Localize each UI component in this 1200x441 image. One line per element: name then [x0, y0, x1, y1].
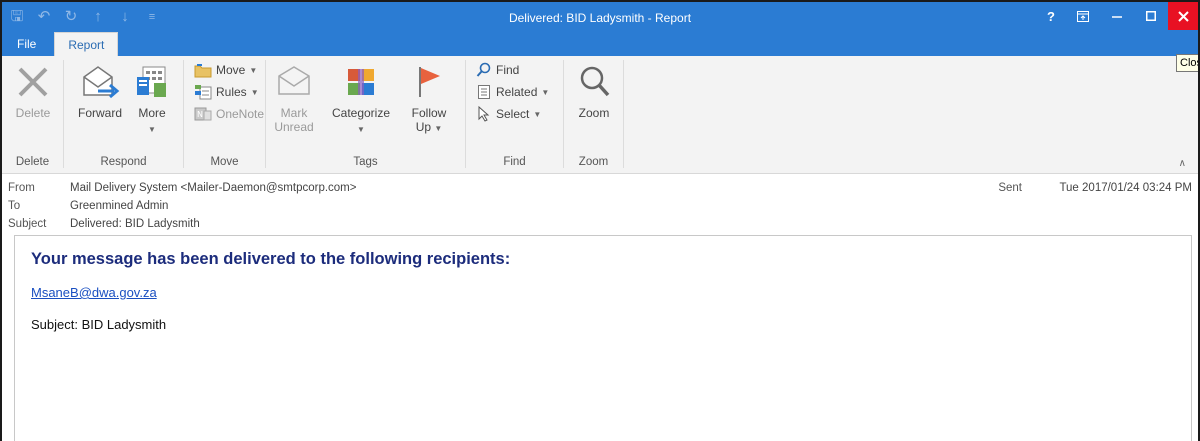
- group-label-delete: Delete: [15, 156, 50, 168]
- onenote-icon: N: [194, 107, 212, 121]
- zoom-button[interactable]: Zoom: [570, 62, 618, 120]
- tab-report[interactable]: Report: [54, 32, 119, 56]
- recipient-link[interactable]: MsaneB@dwa.gov.za: [31, 285, 157, 300]
- delete-label: Delete: [15, 106, 51, 120]
- subject-row: Subject Delivered: BID Ladysmith: [8, 216, 1192, 234]
- categorize-dropdown-icon: ▼: [357, 125, 365, 134]
- follow-up-label-line1: Follow: [411, 106, 447, 120]
- rules-label: Rules: [216, 85, 247, 99]
- rules-button[interactable]: Rules ▼: [194, 82, 259, 102]
- minimize-button[interactable]: [1100, 2, 1134, 30]
- select-button[interactable]: Select ▼: [476, 104, 541, 124]
- mark-unread-button[interactable]: Mark Unread: [272, 62, 316, 134]
- from-label: From: [8, 182, 35, 194]
- group-zoom: Zoom Zoom: [564, 60, 624, 168]
- follow-up-button[interactable]: Follow Up ▼: [404, 62, 454, 136]
- sent-value: Tue 2017/01/24 03:24 PM: [1059, 182, 1192, 194]
- follow-up-label-line2-wrap: Up ▼: [404, 120, 454, 136]
- search-icon: [476, 62, 491, 77]
- group-find: Find Related ▼ Select ▼ Find: [466, 60, 564, 168]
- subject-label: Subject: [8, 218, 47, 230]
- folder-move-icon: [194, 64, 212, 78]
- move-label: Move: [216, 63, 246, 77]
- related-label: Related: [496, 85, 538, 99]
- subject-value: Delivered: BID Ladysmith: [70, 218, 200, 230]
- close-tooltip: Close: [1176, 54, 1198, 72]
- more-respond-label: More: [138, 106, 166, 120]
- title-bar: 🖫 ↶ ↻ ↑ ↓ ≡ Delivered: BID Ladysmith - R…: [2, 2, 1198, 56]
- more-respond-icon: [137, 66, 166, 97]
- more-respond-button[interactable]: More ▼: [130, 62, 174, 137]
- group-label-respond: Respond: [100, 156, 147, 168]
- rules-dropdown-icon: ▼: [250, 87, 259, 97]
- move-dropdown-icon: ▼: [249, 65, 258, 75]
- message-header: From Mail Delivery System <Mailer-Daemon…: [8, 180, 1192, 234]
- close-icon: [1177, 10, 1189, 22]
- maximize-button[interactable]: [1134, 2, 1168, 30]
- title-row: 🖫 ↶ ↻ ↑ ↓ ≡ Delivered: BID Ladysmith - R…: [2, 2, 1198, 32]
- group-move: Move ▼ Rules ▼ N OneNote Move: [184, 60, 266, 168]
- delivery-heading: Your message has been delivered to the f…: [31, 250, 511, 268]
- categorize-label: Categorize: [331, 106, 391, 120]
- rules-icon: [195, 85, 212, 100]
- find-button[interactable]: Find: [476, 60, 519, 80]
- find-label: Find: [496, 63, 520, 77]
- group-label-move: Move: [210, 156, 239, 168]
- message-body[interactable]: Your message has been delivered to the f…: [14, 235, 1192, 441]
- window-title: Delivered: BID Ladysmith - Report: [508, 11, 692, 25]
- related-button[interactable]: Related ▼: [476, 82, 549, 102]
- sent-label: Sent: [998, 182, 1022, 194]
- move-button[interactable]: Move ▼: [194, 60, 257, 80]
- delete-x-icon: [18, 67, 48, 97]
- from-value[interactable]: Mail Delivery System <Mailer-Daemon@smtp…: [70, 182, 356, 194]
- select-cursor-icon: [478, 106, 490, 122]
- forward-label: Forward: [77, 106, 122, 120]
- group-tags: Mark Unread Categorize ▼ Follow Up ▼ Tag…: [266, 60, 466, 168]
- onenote-button[interactable]: N OneNote: [194, 104, 264, 124]
- group-delete: Delete Delete: [2, 60, 64, 168]
- minimize-icon: [1112, 16, 1122, 18]
- ribbon-display-icon: [1077, 10, 1089, 22]
- tab-file[interactable]: File: [2, 32, 51, 56]
- collapse-ribbon-icon[interactable]: ∧: [1179, 158, 1186, 169]
- more-respond-dropdown-icon: ▼: [148, 125, 156, 134]
- ribbon-display-options-button[interactable]: [1066, 2, 1100, 30]
- group-label-tags: Tags: [353, 156, 378, 168]
- help-button[interactable]: ?: [1036, 2, 1066, 30]
- ribbon-tabs: File Report: [2, 32, 119, 56]
- categorize-icon: [348, 69, 374, 95]
- zoom-label: Zoom: [578, 106, 610, 120]
- categorize-button[interactable]: Categorize ▼: [322, 62, 400, 137]
- body-subject-line: Subject: BID Ladysmith: [31, 317, 167, 332]
- related-dropdown-icon: ▼: [541, 87, 550, 97]
- select-label: Select: [496, 107, 530, 121]
- follow-up-dropdown-icon: ▼: [434, 124, 443, 133]
- svg-text:N: N: [197, 110, 203, 119]
- group-label-find: Find: [503, 156, 526, 168]
- window-controls: ?: [1036, 2, 1198, 30]
- delete-button[interactable]: Delete: [8, 62, 58, 120]
- to-label: To: [8, 200, 21, 212]
- ribbon: Delete Delete Forward More ▼ Respond Mov…: [2, 56, 1198, 174]
- outlook-report-window: 🖫 ↶ ↻ ↑ ↓ ≡ Delivered: BID Ladysmith - R…: [0, 0, 1200, 441]
- forward-button[interactable]: Forward: [72, 62, 128, 120]
- mark-unread-label-line2: Unread: [274, 120, 314, 134]
- flag-icon: [419, 67, 440, 97]
- mark-unread-icon: [278, 66, 310, 95]
- to-value[interactable]: Greenmined Admin: [70, 200, 168, 212]
- to-row: To Greenmined Admin: [8, 198, 1192, 216]
- forward-icon: [83, 66, 120, 99]
- zoom-magnifier-icon: [580, 66, 610, 97]
- mark-unread-label-line1: Mark: [280, 106, 308, 120]
- related-icon: [478, 85, 490, 99]
- maximize-icon: [1146, 11, 1156, 21]
- close-button[interactable]: [1168, 2, 1198, 30]
- select-dropdown-icon: ▼: [533, 109, 542, 119]
- group-respond: Forward More ▼ Respond: [64, 60, 184, 168]
- follow-up-label-line2: Up: [415, 120, 432, 134]
- group-label-zoom: Zoom: [578, 156, 609, 168]
- onenote-label: OneNote: [216, 107, 265, 121]
- from-row: From Mail Delivery System <Mailer-Daemon…: [8, 180, 1192, 198]
